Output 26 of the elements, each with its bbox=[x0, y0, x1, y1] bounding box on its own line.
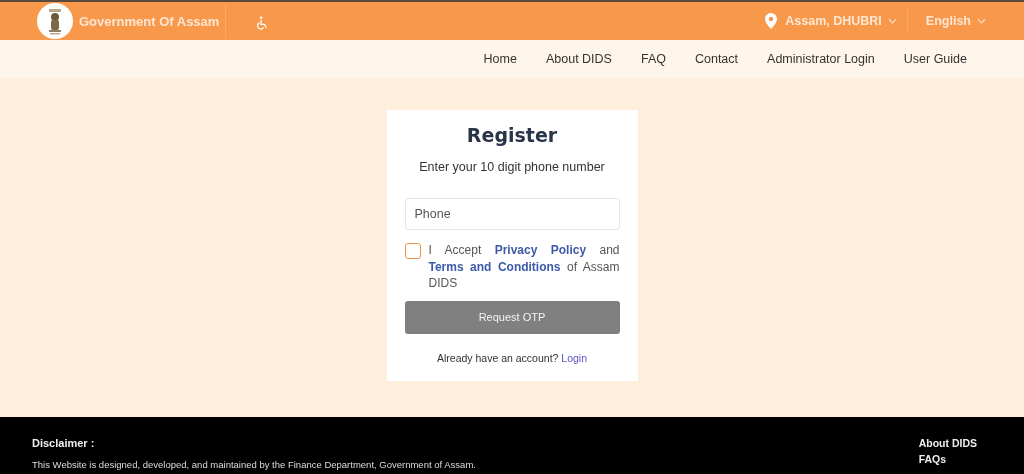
terms-text: I Accept Privacy Policy and Terms and Conditions of Assam DIDS bbox=[428, 242, 620, 292]
nav-link[interactable]: About DIDS bbox=[545, 52, 612, 66]
nav-link[interactable]: Administrator Login bbox=[767, 52, 875, 66]
nav-link[interactable]: Contact bbox=[694, 52, 739, 66]
request-otp-button[interactable]: Request OTP bbox=[404, 300, 620, 334]
login-link[interactable]: Login bbox=[561, 351, 587, 364]
nav-link[interactable]: FAQ bbox=[640, 52, 666, 66]
phone-field[interactable]: Phone bbox=[404, 198, 620, 230]
terms-link[interactable]: Terms and Conditions bbox=[428, 259, 561, 274]
disclaimer-text: This Website is designed, developed, and maintained by the Finance Department, Government of Assam. bbox=[32, 459, 476, 470]
footer-link[interactable]: FAQs bbox=[918, 453, 977, 465]
instruction-text: Enter your 10 digit phone number bbox=[418, 160, 606, 174]
chevron-down-icon bbox=[977, 18, 986, 24]
accept-checkbox[interactable] bbox=[404, 243, 421, 259]
location-pin-icon bbox=[765, 13, 778, 29]
nav-link[interactable]: Home bbox=[483, 52, 517, 66]
emblem-icon bbox=[37, 3, 73, 39]
chevron-down-icon bbox=[887, 18, 897, 24]
register-heading: Register bbox=[465, 124, 559, 146]
wheelchair-icon[interactable] bbox=[256, 16, 269, 30]
site-title: Government Of Assam bbox=[79, 13, 220, 29]
terms-link[interactable]: Privacy Policy bbox=[494, 243, 587, 257]
login-prompt: Already have an account? bbox=[436, 351, 559, 364]
footer-link[interactable]: About DIDS bbox=[918, 437, 977, 449]
nav-link[interactable]: User Guide bbox=[903, 52, 967, 66]
disclaimer-heading: Disclaimer : bbox=[32, 437, 96, 449]
